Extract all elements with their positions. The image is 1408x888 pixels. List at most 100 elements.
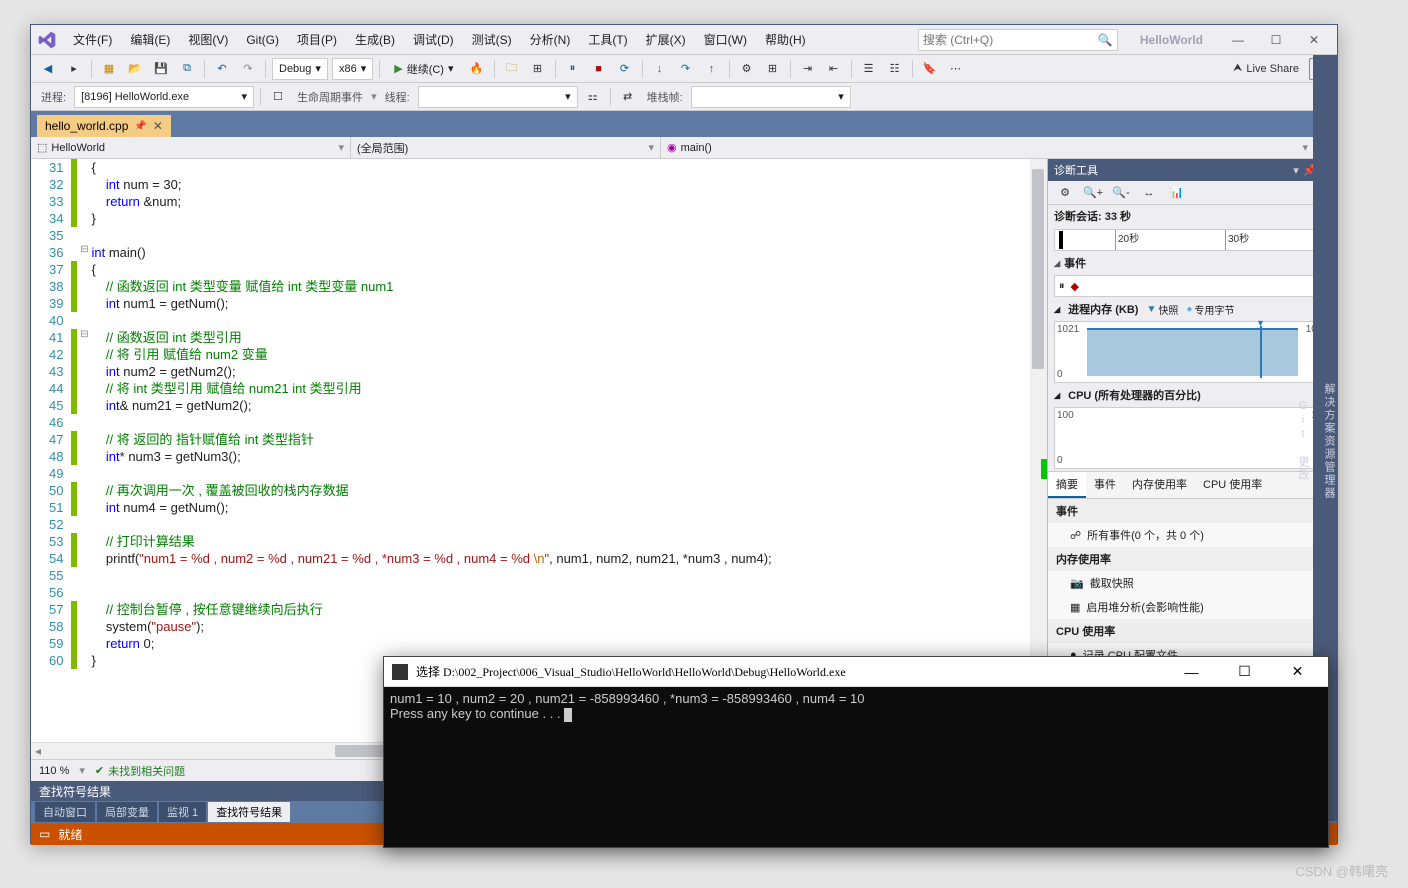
menu-item[interactable]: 视图(V)	[180, 27, 236, 52]
live-share-button[interactable]: ⮝Live Share	[1233, 62, 1299, 75]
menu-item[interactable]: 编辑(E)	[122, 27, 178, 52]
camera-icon: 📷	[1070, 577, 1084, 590]
nav-func-dropdown[interactable]: ◉main()▾	[661, 137, 1315, 158]
nav-bar: ⬚HelloWorld▾ (全局范围)▾ ◉main()▾ ⚙	[31, 137, 1337, 159]
process-dropdown[interactable]: [8196] HelloWorld.exe▾	[74, 86, 254, 108]
menu-item[interactable]: 分析(N)	[522, 27, 579, 52]
cpu-chart[interactable]: 100 0 100 0	[1054, 407, 1331, 469]
menu-item[interactable]: 测试(S)	[464, 27, 520, 52]
memory-chart[interactable]: 1021 0 1021 0	[1054, 321, 1331, 383]
pause-icon[interactable]: ⏸	[562, 58, 584, 80]
console-minimize[interactable]: —	[1169, 658, 1214, 686]
menu-item[interactable]: 扩展(X)	[638, 27, 694, 52]
menu-item[interactable]: 项目(P)	[289, 27, 345, 52]
search-input[interactable]	[923, 33, 1098, 47]
continue-button[interactable]: ▶继续(C)▾	[386, 58, 461, 80]
tab-close-icon[interactable]: ✕	[153, 119, 163, 133]
vs-logo-icon	[37, 30, 57, 50]
events-section[interactable]: 事件	[1048, 253, 1337, 273]
zoom-level[interactable]: 110 %	[39, 765, 69, 777]
menu-item[interactable]: 生成(B)	[347, 27, 403, 52]
platform-dropdown[interactable]: x86▾	[332, 58, 373, 80]
nav-back-icon[interactable]: ◀	[37, 58, 59, 80]
misc-icon[interactable]: ⋯	[945, 58, 967, 80]
menu-item[interactable]: 文件(F)	[65, 27, 120, 52]
uncomment-icon[interactable]: ☷	[884, 58, 906, 80]
diag-subtab[interactable]: CPU 使用率	[1195, 472, 1270, 498]
new-icon[interactable]: ▦	[98, 58, 120, 80]
menu-item[interactable]: 工具(T)	[580, 27, 635, 52]
open-icon[interactable]: 📂	[124, 58, 146, 80]
maximize-button[interactable]: ☐	[1259, 28, 1293, 52]
save-all-icon[interactable]: ⧉	[176, 58, 198, 80]
hot-reload-icon[interactable]: 🔥	[466, 58, 488, 80]
config-dropdown[interactable]: Debug▾	[272, 58, 328, 80]
outdent-icon[interactable]: ⇤	[823, 58, 845, 80]
redo-icon[interactable]: ↷	[237, 58, 259, 80]
step-over-icon[interactable]: ↷	[675, 58, 697, 80]
menu-item[interactable]: 窗口(W)	[696, 27, 755, 52]
nav-project-dropdown[interactable]: ⬚HelloWorld▾	[31, 137, 351, 158]
menu-item[interactable]: 帮助(H)	[757, 27, 814, 52]
zoom-out-icon[interactable]: 🔍-	[1110, 182, 1132, 204]
stack-icon[interactable]: ⇄	[617, 86, 639, 108]
thread-dropdown[interactable]: ▾	[418, 86, 578, 108]
folder-icon[interactable]: 🗀	[501, 58, 523, 80]
zoom-in-icon[interactable]: 🔍+	[1082, 182, 1104, 204]
save-icon[interactable]: 💾	[150, 58, 172, 80]
git-changes-tab[interactable]: Git 更改	[1295, 400, 1311, 482]
step-into-icon[interactable]: ↓	[649, 58, 671, 80]
pane-dropdown-icon[interactable]: ▾	[1289, 164, 1303, 177]
lifecycle-label: 生命周期事件	[293, 89, 367, 105]
reset-zoom-icon[interactable]: ↔	[1138, 182, 1160, 204]
step-out-icon[interactable]: ↑	[701, 58, 723, 80]
tool-icon[interactable]: ⚙	[736, 58, 758, 80]
menu-item[interactable]: 调试(D)	[405, 27, 462, 52]
pause-events-icon[interactable]: ⏸	[1059, 280, 1065, 293]
lifecycle-icon[interactable]: ☐	[267, 86, 289, 108]
console-maximize[interactable]: ☐	[1222, 658, 1267, 686]
file-tabs: hello_world.cpp 📌 ✕	[31, 111, 1337, 137]
code-editor[interactable]: 3132333435363738394041424344454647484950…	[31, 159, 1047, 742]
nav-fwd-icon[interactable]: ▸	[63, 58, 85, 80]
stop-icon[interactable]: ■	[588, 58, 610, 80]
snapshot-button[interactable]: 📷截取快照	[1048, 571, 1337, 595]
pin-icon[interactable]: 📌	[134, 121, 146, 132]
stackframe-dropdown[interactable]: ▾	[691, 86, 851, 108]
menu-item[interactable]: Git(G)	[238, 29, 287, 51]
console-icon	[392, 664, 408, 680]
minimize-button[interactable]: —	[1221, 28, 1255, 52]
diag-subtab[interactable]: 摘要	[1048, 472, 1086, 498]
timeline[interactable]: 20秒 30秒	[1054, 229, 1331, 251]
issues-indicator[interactable]: ✔未找到相关问题	[95, 763, 185, 779]
nav-scope-dropdown[interactable]: (全局范围)▾	[351, 137, 661, 158]
events-link[interactable]: ☍所有事件(0 个，共 0 个)	[1048, 523, 1337, 547]
diag-subtab[interactable]: 内存使用率	[1124, 472, 1195, 498]
thread-tool-icon[interactable]: ⚏	[582, 86, 604, 108]
restart-icon[interactable]: ⟳	[614, 58, 636, 80]
vertical-scrollbar[interactable]	[1030, 159, 1047, 742]
window-icon[interactable]: ⊞	[527, 58, 549, 80]
solution-explorer-tab[interactable]: 解决方案资源管理器	[1321, 383, 1337, 500]
console-output[interactable]: num1 = 10 , num2 = 20 , num21 = -8589934…	[384, 687, 1328, 726]
heap-analysis-button[interactable]: ▦启用堆分析(会影响性能)	[1048, 595, 1337, 619]
bottom-tab[interactable]: 局部变量	[97, 802, 157, 822]
undo-icon[interactable]: ↶	[211, 58, 233, 80]
bottom-tab[interactable]: 自动窗口	[35, 802, 95, 822]
console-titlebar[interactable]: 选择 D:\002_Project\006_Visual_Studio\Hell…	[384, 657, 1328, 687]
diag-subtab[interactable]: 事件	[1086, 472, 1124, 498]
bottom-tab[interactable]: 查找符号结果	[208, 802, 290, 822]
chart-icon[interactable]: 📊	[1166, 182, 1188, 204]
bottom-tab[interactable]: 监视 1	[159, 802, 206, 822]
func-icon: ◉	[667, 141, 677, 154]
menu-bar: 文件(F)编辑(E)视图(V)Git(G)项目(P)生成(B)调试(D)测试(S…	[31, 25, 1337, 55]
tool2-icon[interactable]: ⊞	[762, 58, 784, 80]
comment-icon[interactable]: ☰	[858, 58, 880, 80]
file-tab-active[interactable]: hello_world.cpp 📌 ✕	[37, 115, 171, 137]
bookmark-icon[interactable]: 🔖	[919, 58, 941, 80]
indent-icon[interactable]: ⇥	[797, 58, 819, 80]
diag-settings-icon[interactable]: ⚙	[1054, 182, 1076, 204]
close-button[interactable]: ✕	[1297, 28, 1331, 52]
console-close[interactable]: ✕	[1275, 658, 1320, 686]
search-box[interactable]: 🔍	[918, 29, 1118, 51]
